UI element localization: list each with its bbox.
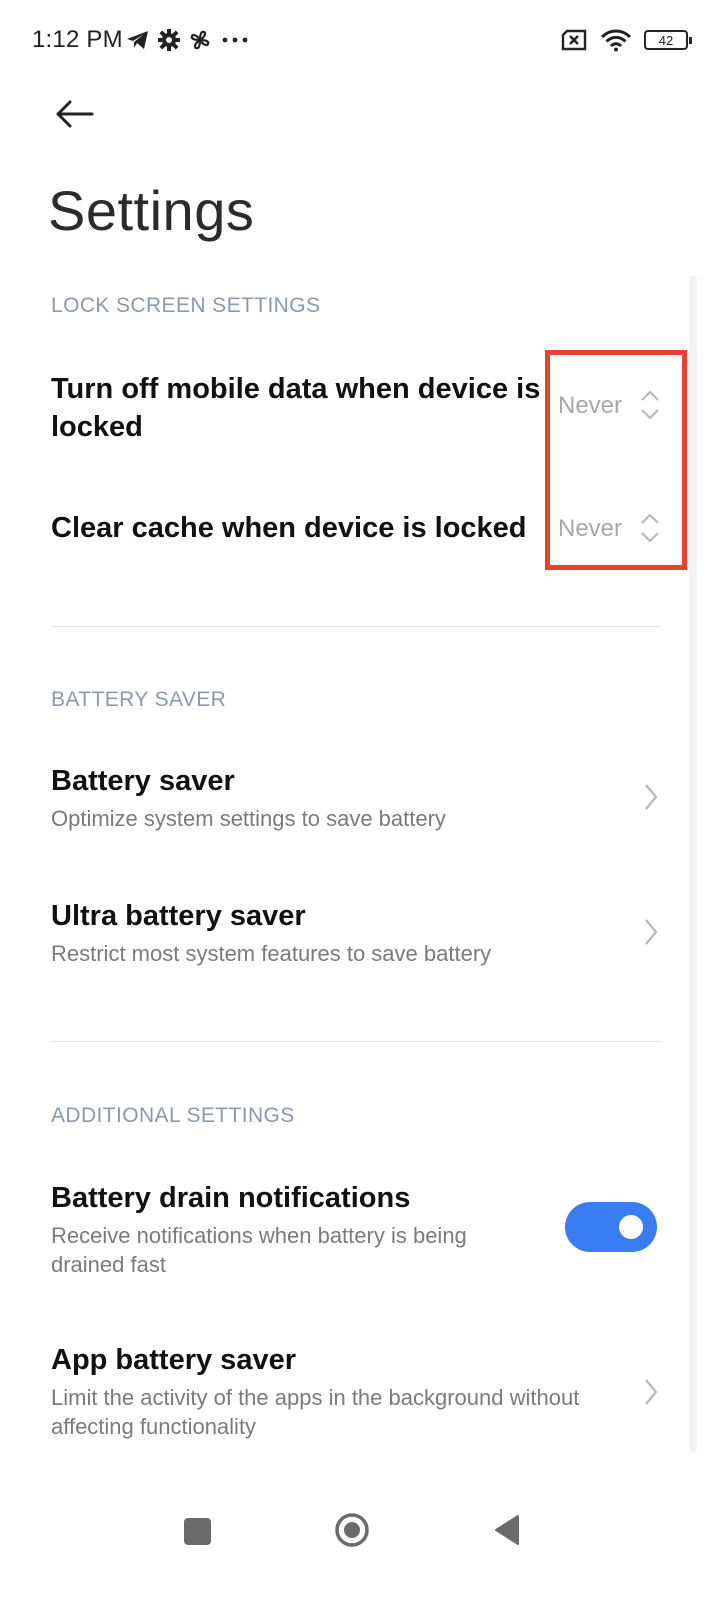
wifi-icon xyxy=(600,29,632,52)
row-title: Clear cache when device is locked xyxy=(51,512,527,544)
chevron-right-icon xyxy=(645,919,658,945)
scrollbar[interactable] xyxy=(689,276,697,1452)
row-title: Ultra battery saver xyxy=(51,900,306,932)
section-header-lock-screen: LOCK SCREEN SETTINGS xyxy=(51,294,321,317)
row-subtitle: Limit the activity of the apps in the ba… xyxy=(51,1385,580,1439)
arrow-left-icon xyxy=(56,100,94,128)
status-time: 1:12 PM xyxy=(32,26,123,53)
chevron-right-icon xyxy=(645,784,658,810)
fan-icon xyxy=(190,30,210,50)
section-header-battery-saver: BATTERY SAVER xyxy=(51,688,227,711)
row-subtitle: Optimize system settings to save battery xyxy=(51,806,446,831)
row-subtitle: Receive notifications when battery is be… xyxy=(51,1223,467,1277)
highlight-box xyxy=(545,350,687,570)
status-bar: 1:12 PM 42 xyxy=(0,0,728,84)
battery-drain-toggle[interactable] xyxy=(565,1202,657,1252)
home-circle-icon[interactable] xyxy=(334,1512,370,1548)
status-icons-left xyxy=(126,24,250,56)
chevron-right-icon xyxy=(645,1379,658,1405)
gear-icon xyxy=(158,29,180,51)
row-title: Turn off mobile data when device is lock… xyxy=(51,373,541,443)
divider xyxy=(51,626,661,627)
back-button[interactable] xyxy=(44,90,104,138)
more-icon xyxy=(222,37,248,43)
navigation-bar xyxy=(0,1490,728,1570)
divider xyxy=(51,1041,661,1042)
toggle-knob xyxy=(619,1215,643,1239)
telegram-icon xyxy=(127,31,148,49)
status-icons-right: 42 xyxy=(560,24,692,56)
row-battery-saver[interactable]: Battery saver Optimize system settings t… xyxy=(0,752,690,852)
section-header-additional-settings: ADDITIONAL SETTINGS xyxy=(51,1104,295,1127)
row-title: Battery drain notifications xyxy=(51,1182,411,1214)
no-sim-icon xyxy=(561,29,587,51)
row-ultra-battery-saver[interactable]: Ultra battery saver Restrict most system… xyxy=(0,887,690,987)
back-triangle-icon[interactable] xyxy=(494,1514,520,1546)
battery-level: 42 xyxy=(658,32,674,48)
row-app-battery-saver[interactable]: App battery saver Limit the activity of … xyxy=(0,1333,690,1453)
row-subtitle: Restrict most system features to save ba… xyxy=(51,941,492,966)
recents-square-icon[interactable] xyxy=(184,1518,211,1545)
row-title: App battery saver xyxy=(51,1344,296,1376)
battery-indicator: 42 xyxy=(644,30,692,50)
row-title: Battery saver xyxy=(51,765,235,797)
page-title: Settings xyxy=(48,179,255,242)
